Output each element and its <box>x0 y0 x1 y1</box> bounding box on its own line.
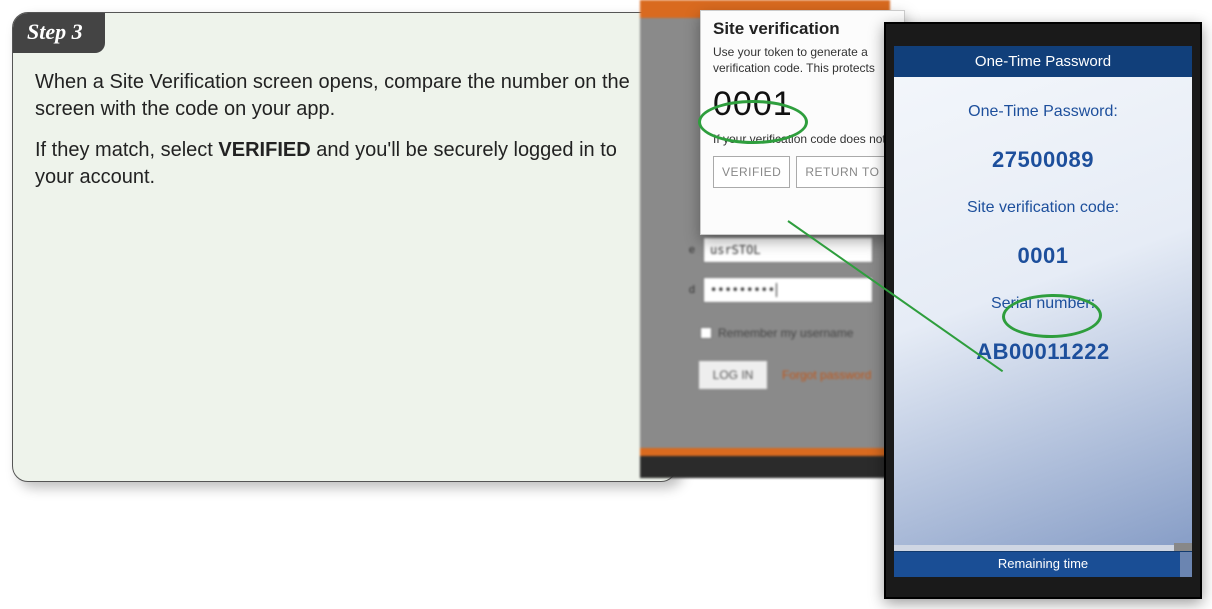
forgot-password-link[interactable]: Forgot password <box>782 368 871 382</box>
remember-label: Remember my username <box>718 326 853 340</box>
orange-bar-bottom <box>640 448 890 456</box>
username-input[interactable] <box>703 237 873 263</box>
username-row: e <box>685 237 873 263</box>
password-row: d ••••••••• <box>685 277 873 303</box>
svc-label: Site verification code: <box>967 199 1119 217</box>
remaining-time-thumb-icon <box>1174 543 1192 551</box>
site-verification-buttons: VERIFIED RETURN TO <box>713 156 894 188</box>
otp-label: One-Time Password: <box>968 103 1118 121</box>
password-input[interactable]: ••••••••• <box>703 277 873 303</box>
verified-keyword: VERIFIED <box>218 139 310 161</box>
site-verification-note: If your verification code does not match <box>713 132 894 146</box>
step-badge: Step 3 <box>13 13 105 53</box>
username-label-fragment: e <box>685 244 695 256</box>
svc-value: 0001 <box>1018 243 1069 269</box>
site-verification-code: 0001 <box>713 85 894 124</box>
phone-frame: One-Time Password One-Time Password: 275… <box>884 22 1202 599</box>
phone-app-header: One-Time Password <box>894 46 1192 77</box>
phone-body: One-Time Password: 27500089 Site verific… <box>894 77 1192 365</box>
serial-label: Serial number: <box>991 295 1095 313</box>
phone-screen: One-Time Password One-Time Password: 275… <box>894 46 1192 577</box>
password-label-fragment: d <box>685 284 695 296</box>
password-mask: ••••••••• <box>710 283 775 297</box>
verified-button[interactable]: VERIFIED <box>713 156 790 188</box>
remember-checkbox[interactable] <box>700 327 712 339</box>
instruction-text-span: If they match, select <box>35 139 218 161</box>
otp-value: 27500089 <box>992 147 1094 173</box>
instruction-para-2: If they match, select VERIFIED and you'l… <box>35 137 652 191</box>
remaining-time-bar: Remaining time <box>894 551 1192 577</box>
return-button[interactable]: RETURN TO <box>796 156 888 188</box>
serial-value: AB00011222 <box>976 339 1109 365</box>
login-button[interactable]: LOG IN <box>698 360 768 390</box>
site-verification-panel: Site verification Use your token to gene… <box>700 10 905 235</box>
site-verification-desc: Use your token to generate a verificatio… <box>713 45 894 77</box>
remember-row[interactable]: Remember my username <box>700 326 853 340</box>
text-cursor-icon <box>776 283 777 297</box>
site-verification-title: Site verification <box>713 19 894 39</box>
dark-footer-bar <box>640 456 890 478</box>
instruction-para-1: When a Site Verification screen opens, c… <box>35 69 652 123</box>
instruction-text: When a Site Verification screen opens, c… <box>13 53 676 191</box>
instruction-card: Step 3 When a Site Verification screen o… <box>12 12 677 482</box>
